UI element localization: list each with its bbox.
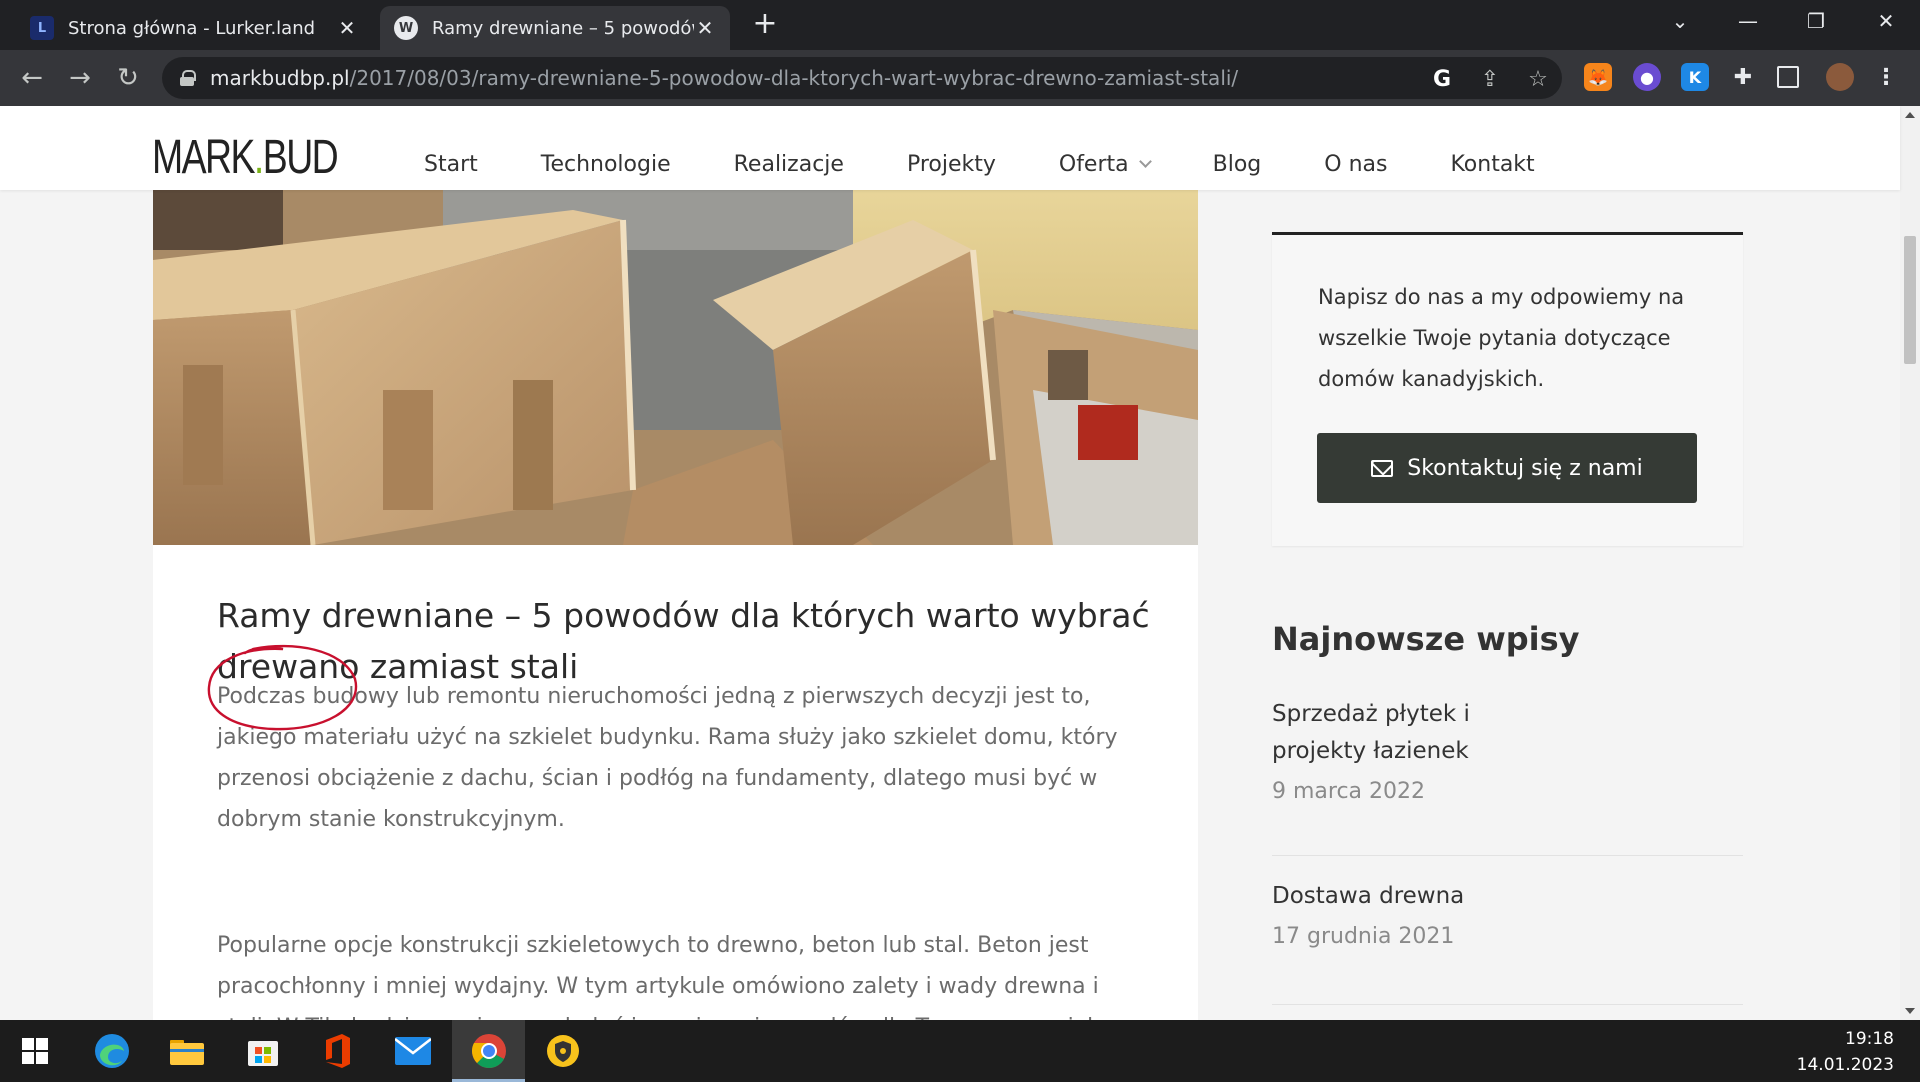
- close-tab-icon[interactable]: ✕: [694, 16, 716, 40]
- windows-taskbar: 19:18 14.01.2023: [0, 1020, 1920, 1082]
- extensions-puzzle-icon[interactable]: ✚: [1729, 63, 1757, 91]
- clock-time: 19:18: [1845, 1029, 1894, 1049]
- system-clock[interactable]: 19:18 14.01.2023: [1797, 1026, 1894, 1078]
- contact-button-label: Skontaktuj się z nami: [1407, 455, 1643, 481]
- extension-purple-icon[interactable]: ●: [1633, 63, 1661, 91]
- logo-text-right: BUD: [262, 131, 339, 184]
- file-explorer-icon[interactable]: [166, 1030, 208, 1072]
- post-date: 9 marca 2022: [1272, 779, 1426, 804]
- minimize-button[interactable]: —: [1718, 0, 1778, 42]
- nav-realizacje[interactable]: Realizacje: [734, 152, 844, 177]
- address-bar: ← → ↻ markbudbp.pl /2017/08/03/ramy-drew…: [0, 50, 1920, 106]
- nav-oferta-label: Oferta: [1058, 152, 1129, 177]
- side-panel-icon[interactable]: [1777, 66, 1799, 88]
- chevron-down-icon: [1138, 155, 1152, 168]
- scroll-up-icon[interactable]: [1905, 112, 1915, 118]
- list-item[interactable]: Dostawa drewna 17 grudnia 2021: [1272, 878, 1743, 1005]
- contact-button[interactable]: Skontaktuj się z nami: [1317, 433, 1697, 503]
- browser-menu-icon[interactable]: ⋮: [1872, 63, 1900, 91]
- list-item[interactable]: Sprzedaż płytek i projekty łazienek 9 ma…: [1272, 696, 1743, 856]
- nav-technologie[interactable]: Technologie: [541, 152, 671, 177]
- timber-frame-photo: [153, 190, 1198, 545]
- nav-kontakt[interactable]: Kontakt: [1450, 152, 1534, 177]
- vpn-shield-icon[interactable]: [542, 1030, 584, 1072]
- metamask-icon[interactable]: 🦊: [1584, 63, 1612, 91]
- lurker-icon: L: [30, 16, 54, 40]
- nav-oferta[interactable]: Oferta: [1058, 152, 1152, 177]
- share-icon[interactable]: ⇪: [1476, 65, 1504, 93]
- post-date: 17 grudnia 2021: [1272, 924, 1455, 949]
- tab-search-icon[interactable]: ⌄: [1650, 0, 1710, 42]
- mail-icon[interactable]: [392, 1030, 434, 1072]
- article-card: Ramy drewniane – 5 powodów dla których w…: [153, 190, 1198, 1020]
- back-button[interactable]: ←: [14, 60, 50, 96]
- post-title[interactable]: Dostawa drewna: [1272, 878, 1532, 915]
- profile-avatar[interactable]: [1826, 63, 1854, 91]
- web-page: MARK.BUD Start Technologie Realizacje Pr…: [0, 106, 1920, 1020]
- scroll-thumb[interactable]: [1904, 236, 1916, 364]
- wordpress-icon: W: [394, 16, 418, 40]
- scroll-down-icon[interactable]: [1905, 1008, 1915, 1014]
- bookmark-star-icon[interactable]: ☆: [1524, 65, 1552, 93]
- reload-button[interactable]: ↻: [110, 60, 146, 96]
- office-icon[interactable]: [316, 1030, 358, 1072]
- url-host: markbudbp.pl: [210, 66, 350, 90]
- edge-icon[interactable]: [91, 1030, 133, 1072]
- windows-start-icon[interactable]: [14, 1030, 56, 1072]
- browser-tab-bar: L Strona główna - Lurker.land ✕ W Ramy d…: [0, 0, 1920, 50]
- close-window-button[interactable]: ✕: [1856, 0, 1916, 42]
- restore-button[interactable]: ❐: [1786, 0, 1846, 42]
- main-nav: Start Technologie Realizacje Projekty Of…: [424, 152, 1598, 177]
- tab-title: Strona główna - Lurker.land: [68, 17, 316, 39]
- logo-text-left: MARK: [152, 131, 255, 184]
- microsoft-store-icon[interactable]: [242, 1030, 284, 1072]
- article-paragraph-2: Popularne opcje konstrukcji szkieletowyc…: [217, 933, 1120, 1020]
- close-tab-icon[interactable]: ✕: [336, 16, 358, 40]
- google-icon[interactable]: G: [1428, 65, 1456, 93]
- page-scrollbar[interactable]: [1900, 106, 1920, 1020]
- envelope-icon: [1371, 459, 1394, 477]
- site-logo[interactable]: MARK.BUD: [152, 131, 339, 184]
- nav-start[interactable]: Start: [424, 152, 478, 177]
- url-path: /2017/08/03/ramy-drewniane-5-powodow-dla…: [349, 66, 1239, 90]
- nav-projekty[interactable]: Projekty: [907, 152, 996, 177]
- lock-icon: [180, 70, 196, 86]
- contact-text: Napisz do nas a my odpowiemy na wszelkie…: [1318, 285, 1685, 391]
- new-tab-button[interactable]: +: [748, 8, 782, 42]
- contact-box: Napisz do nas a my odpowiemy na wszelkie…: [1272, 232, 1743, 546]
- nav-o-nas[interactable]: O nas: [1324, 152, 1387, 177]
- tab-lurker[interactable]: L Strona główna - Lurker.land ✕: [16, 6, 372, 50]
- tab-article[interactable]: W Ramy drewniane – 5 powodów dla których…: [380, 6, 730, 50]
- hero-image: [153, 190, 1198, 545]
- url-field[interactable]: markbudbp.pl /2017/08/03/ramy-drewniane-…: [162, 57, 1562, 99]
- red-annotation-circle: [207, 644, 358, 731]
- clock-date: 14.01.2023: [1796, 1055, 1894, 1075]
- nav-blog[interactable]: Blog: [1213, 152, 1262, 177]
- extension-k-icon[interactable]: K: [1681, 63, 1709, 91]
- site-header: MARK.BUD Start Technologie Realizacje Pr…: [0, 106, 1900, 190]
- tab-title: Ramy drewniane – 5 powodów dla których: [432, 17, 694, 39]
- recent-posts-heading: Najnowsze wpisy: [1272, 620, 1580, 658]
- post-title[interactable]: Sprzedaż płytek i projekty łazienek: [1272, 696, 1532, 770]
- logo-dot: .: [253, 131, 264, 184]
- forward-button[interactable]: →: [62, 60, 98, 96]
- chrome-icon[interactable]: [468, 1030, 510, 1072]
